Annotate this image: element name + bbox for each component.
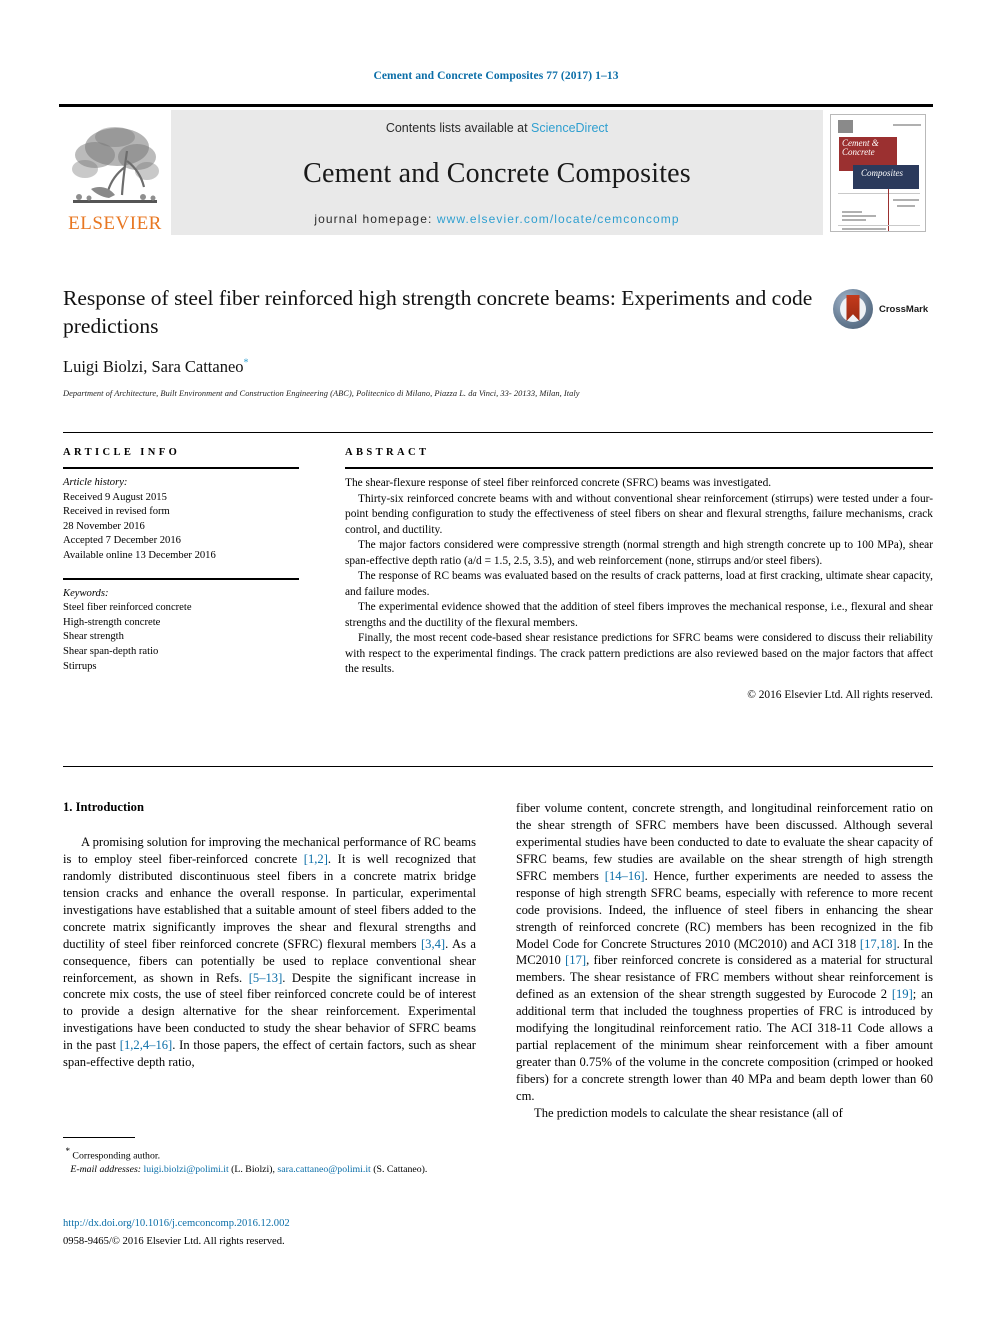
elsevier-wordmark: ELSEVIER xyxy=(68,213,162,234)
cover-title-line3: Composites xyxy=(861,167,904,178)
footnote-marker: * xyxy=(65,1146,70,1156)
body-paragraph: A promising solution for improving the m… xyxy=(63,835,477,1070)
author-names: Luigi Biolzi, Sara Cattaneo xyxy=(63,357,244,376)
footnote-rule xyxy=(63,1137,135,1138)
abstract-paragraph: The response of RC beams was evaluated b… xyxy=(345,570,933,598)
elsevier-logo: ELSEVIER xyxy=(59,110,171,235)
crossmark-badge[interactable]: CrossMark xyxy=(833,288,935,330)
footnote-block: * Corresponding author. E-mail addresses… xyxy=(63,1137,476,1177)
keyword-item: High-strength concrete xyxy=(63,616,161,628)
abstract-heading: ABSTRACT xyxy=(345,447,430,458)
email-owner-1: (L. Biolzi), xyxy=(231,1164,275,1176)
abstract-rule xyxy=(345,467,933,469)
author-list: Luigi Biolzi, Sara Cattaneo* xyxy=(63,357,249,377)
article-history-item: Available online 13 December 2016 xyxy=(63,550,216,562)
journal-masthead: ELSEVIER Contents lists available at Sci… xyxy=(59,104,933,235)
abstract-column: ABSTRACT The shear-flexure response of s… xyxy=(345,447,933,701)
email-addresses-note: E-mail addresses: luigi.biolzi@polimi.it… xyxy=(63,1163,476,1177)
abstract-paragraph: Thirty-six reinforced concrete beams wit… xyxy=(345,492,933,536)
article-history-label: Article history: xyxy=(63,477,128,488)
cover-publisher-mark xyxy=(838,119,853,133)
abstract-paragraph: Finally, the most recent code-based shea… xyxy=(345,632,933,675)
body-paragraph: The prediction models to calculate the s… xyxy=(534,1105,843,1120)
journal-title: Cement and Concrete Composites xyxy=(303,157,691,189)
crossmark-label: CrossMark xyxy=(879,303,929,315)
keyword-item: Steel fiber reinforced concrete xyxy=(63,602,192,614)
homepage-url-link[interactable]: www.elsevier.com/locate/cemconcomp xyxy=(437,212,680,226)
email-link-1[interactable]: luigi.biolzi@polimi.it xyxy=(143,1164,228,1175)
corresponding-author-note: * Corresponding author. xyxy=(63,1145,476,1163)
body-paragraph: fiber volume content, concrete strength,… xyxy=(516,801,933,1103)
email-link-2[interactable]: sara.cattaneo@polimi.it xyxy=(277,1164,370,1175)
email-label: E-mail addresses: xyxy=(70,1164,142,1176)
issn-copyright: 0958-9465/© 2016 Elsevier Ltd. All right… xyxy=(63,1236,285,1248)
keywords-label: Keywords: xyxy=(63,587,109,599)
sciencedirect-link[interactable]: ScienceDirect xyxy=(531,121,608,135)
footer-block: http://dx.doi.org/10.1016/j.cemconcomp.2… xyxy=(63,1216,503,1250)
article-history-item: Accepted 7 December 2016 xyxy=(63,535,181,547)
keyword-item: Stirrups xyxy=(63,660,97,672)
running-head: Cement and Concrete Composites 77 (2017)… xyxy=(373,70,619,82)
elsevier-tree-icon xyxy=(65,121,165,213)
article-info-rule xyxy=(63,467,299,469)
body-column-left: 1. Introduction A promising solution for… xyxy=(63,800,476,1071)
email-owner-2: (S. Cattaneo). xyxy=(373,1164,428,1176)
journal-homepage-line: journal homepage: www.elsevier.com/locat… xyxy=(314,212,679,226)
crossmark-icon xyxy=(833,289,873,329)
paper-page: Cement and Concrete Composites 77 (2017)… xyxy=(0,0,992,1323)
article-history-item: Received in revised form xyxy=(63,506,170,518)
abstract-paragraph: The experimental evidence showed that th… xyxy=(345,601,933,629)
body-column-right: fiber volume content, concrete strength,… xyxy=(516,800,933,1122)
article-history-item: Received 9 August 2015 xyxy=(63,491,167,503)
keywords-rule xyxy=(63,577,299,580)
contents-lists-prefix: Contents lists available at xyxy=(385,121,532,135)
affiliation: Department of Architecture, Built Enviro… xyxy=(63,389,580,398)
title-block: Response of steel fiber reinforced high … xyxy=(63,285,823,341)
corresponding-author-marker: * xyxy=(243,357,249,369)
abstract-paragraph: The shear-flexure response of steel fibe… xyxy=(345,477,772,489)
keyword-item: Shear span-depth ratio xyxy=(63,646,159,658)
masthead-band: Contents lists available at ScienceDirec… xyxy=(171,110,823,235)
page-title: Response of steel fiber reinforced high … xyxy=(63,286,813,338)
homepage-prefix: journal homepage: xyxy=(314,212,437,226)
article-info-heading: ARTICLE INFO xyxy=(63,447,181,458)
contents-lists-line: Contents lists available at ScienceDirec… xyxy=(386,121,608,135)
abstract-copyright: © 2016 Elsevier Ltd. All rights reserved… xyxy=(747,688,933,701)
journal-cover-thumbnail: Cement & Concrete Composites xyxy=(823,110,933,235)
keyword-item: Shear strength xyxy=(63,631,124,643)
cover-title-line1: Cement & Concrete xyxy=(842,137,879,157)
abstract-paragraph: The major factors considered were compre… xyxy=(345,539,933,567)
article-info-column: ARTICLE INFO Article history: Received 9… xyxy=(63,447,299,674)
info-top-rule xyxy=(63,432,933,433)
article-history-item: 28 November 2016 xyxy=(63,520,145,532)
section-heading-introduction: 1. Introduction xyxy=(63,800,144,814)
doi-link[interactable]: http://dx.doi.org/10.1016/j.cemconcomp.2… xyxy=(63,1216,503,1231)
abstract-bottom-rule xyxy=(63,766,933,767)
corresponding-author-text: Corresponding author. xyxy=(72,1150,161,1162)
